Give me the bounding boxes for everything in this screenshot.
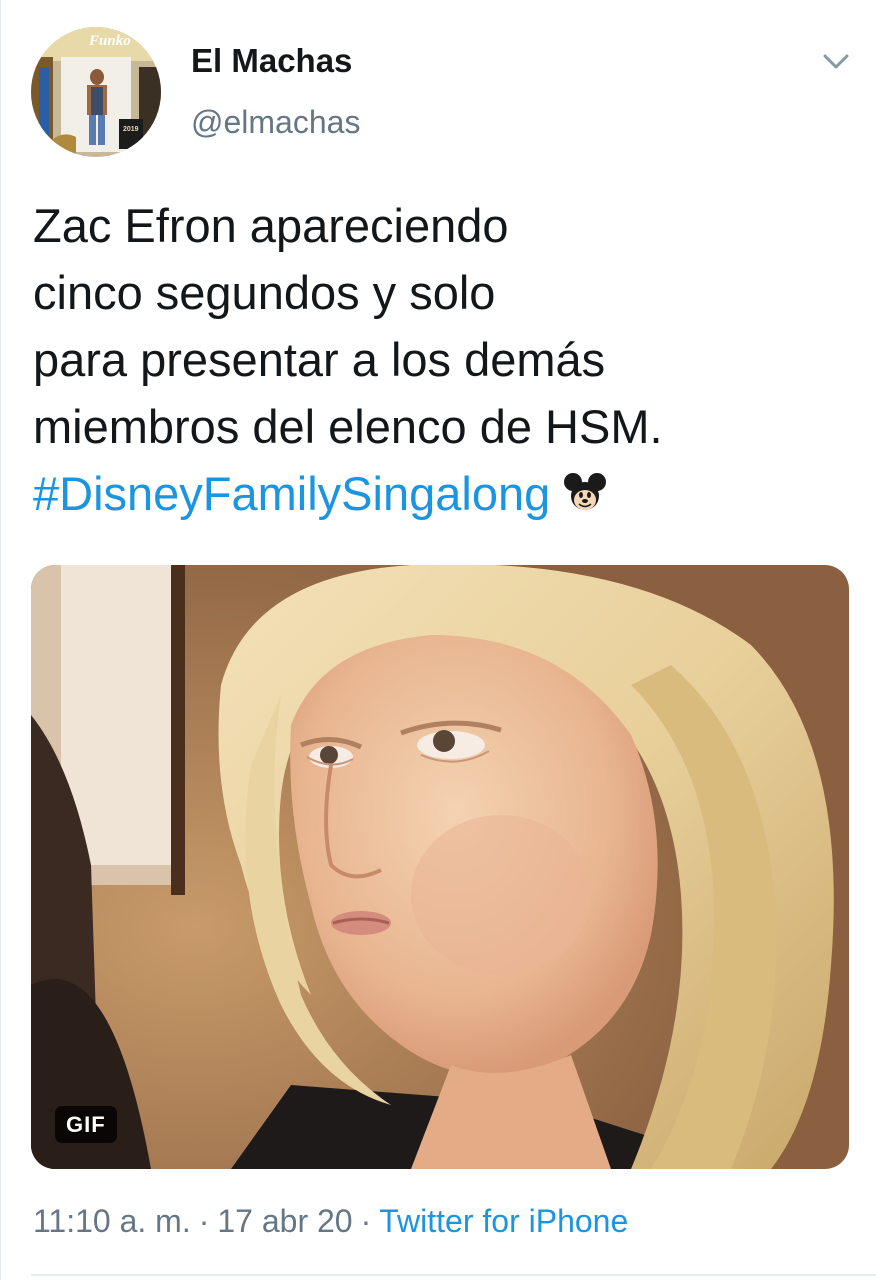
mouse-face-emoji bbox=[564, 464, 607, 510]
hashtag-link[interactable]: #DisneyFamilySingalong bbox=[33, 467, 550, 520]
tweet-media-gif[interactable]: GIF bbox=[31, 565, 849, 1169]
author-handle[interactable]: @elmachas bbox=[191, 104, 360, 141]
tweet-text: Zac Efron apareciendo cinco segundos y s… bbox=[33, 192, 833, 527]
author-display-name[interactable]: El Machas bbox=[191, 42, 352, 80]
tweet-text-line: miembros del elenco de HSM. bbox=[33, 400, 663, 453]
chevron-down-icon[interactable] bbox=[819, 48, 853, 74]
avatar-image: Funko 2019 bbox=[31, 27, 161, 157]
gif-badge: GIF bbox=[55, 1106, 117, 1143]
hashtag-line: #DisneyFamilySingalong bbox=[33, 460, 833, 527]
avatar[interactable]: Funko 2019 bbox=[31, 27, 161, 157]
tweet-source-link[interactable]: Twitter for iPhone bbox=[379, 1203, 628, 1239]
tweet-text-line: Zac Efron apareciendo bbox=[33, 199, 509, 252]
meta-separator: · bbox=[198, 1203, 210, 1239]
avatar-logo-text: Funko bbox=[88, 33, 131, 49]
meta-separator: · bbox=[360, 1203, 372, 1239]
tweet-text-line: cinco segundos y solo bbox=[33, 266, 496, 319]
tweet-meta: 11:10 a. m. · 17 abr 20 · Twitter for iPhone bbox=[33, 1203, 628, 1240]
gif-image bbox=[31, 565, 849, 1169]
tweet-date[interactable]: 17 abr 20 bbox=[217, 1203, 352, 1239]
avatar-badge-text: 2019 bbox=[123, 126, 139, 133]
divider bbox=[31, 1274, 876, 1276]
tweet-card: Funko 2019 El Machas @elmachas Zac Efron… bbox=[0, 0, 876, 1280]
tweet-time[interactable]: 11:10 a. m. bbox=[33, 1203, 191, 1239]
tweet-text-line: para presentar a los demás bbox=[33, 333, 606, 386]
